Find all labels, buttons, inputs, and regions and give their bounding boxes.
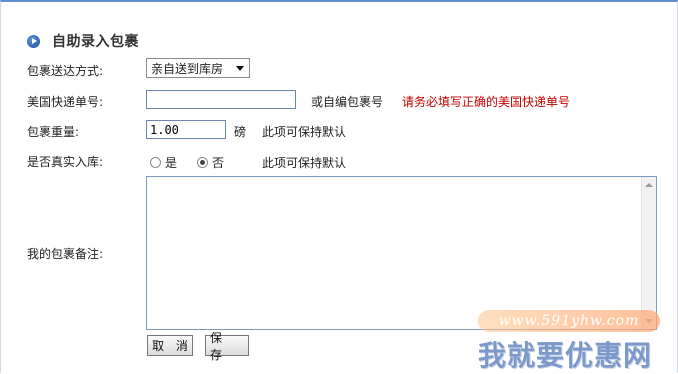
scroll-up-icon[interactable] bbox=[645, 183, 653, 187]
real-inbound-label: 是否真实入库: bbox=[27, 155, 104, 169]
tracking-warning-text: 请务必填写正确的美国快递单号 bbox=[402, 95, 571, 109]
radio-yes-label: 是 bbox=[165, 156, 178, 170]
radio-yes[interactable]: 是 bbox=[150, 154, 177, 171]
notes-textarea[interactable] bbox=[146, 176, 657, 330]
tracking-number-label: 美国快递单号: bbox=[27, 95, 104, 109]
real-inbound-hint: 此项可保持默认 bbox=[262, 156, 347, 170]
custom-package-number-text: 或自编包裹号 bbox=[311, 95, 384, 109]
delivery-method-label: 包裹送达方式: bbox=[27, 64, 104, 78]
radio-no-circle[interactable] bbox=[197, 157, 208, 168]
delivery-method-select[interactable]: 亲自送到库房 bbox=[146, 58, 250, 78]
weight-label: 包裹重量: bbox=[27, 125, 80, 139]
weight-hint: 此项可保持默认 bbox=[262, 125, 347, 139]
tracking-number-input[interactable] bbox=[146, 90, 296, 109]
section-header: 自助录入包裹 bbox=[27, 31, 139, 51]
watermark-logo: 我就要优惠网 bbox=[478, 339, 653, 372]
save-button[interactable]: 保 存 bbox=[205, 331, 249, 362]
cancel-button[interactable]: 取 消 bbox=[147, 335, 193, 356]
radio-no-label: 否 bbox=[212, 156, 225, 170]
chevron-down-icon bbox=[236, 66, 244, 71]
radio-yes-circle[interactable] bbox=[150, 157, 161, 168]
notes-scrollbar[interactable] bbox=[641, 177, 656, 329]
weight-unit: 磅 bbox=[234, 125, 247, 139]
notes-label: 我的包裹备注: bbox=[27, 247, 104, 261]
watermark-url: www.591yhw.com bbox=[478, 310, 660, 332]
page-title: 自助录入包裹 bbox=[52, 34, 139, 50]
play-circle-icon bbox=[27, 34, 40, 48]
weight-input[interactable] bbox=[146, 120, 226, 139]
radio-no[interactable]: 否 bbox=[197, 154, 224, 171]
delivery-method-value: 亲自送到库房 bbox=[151, 61, 224, 76]
